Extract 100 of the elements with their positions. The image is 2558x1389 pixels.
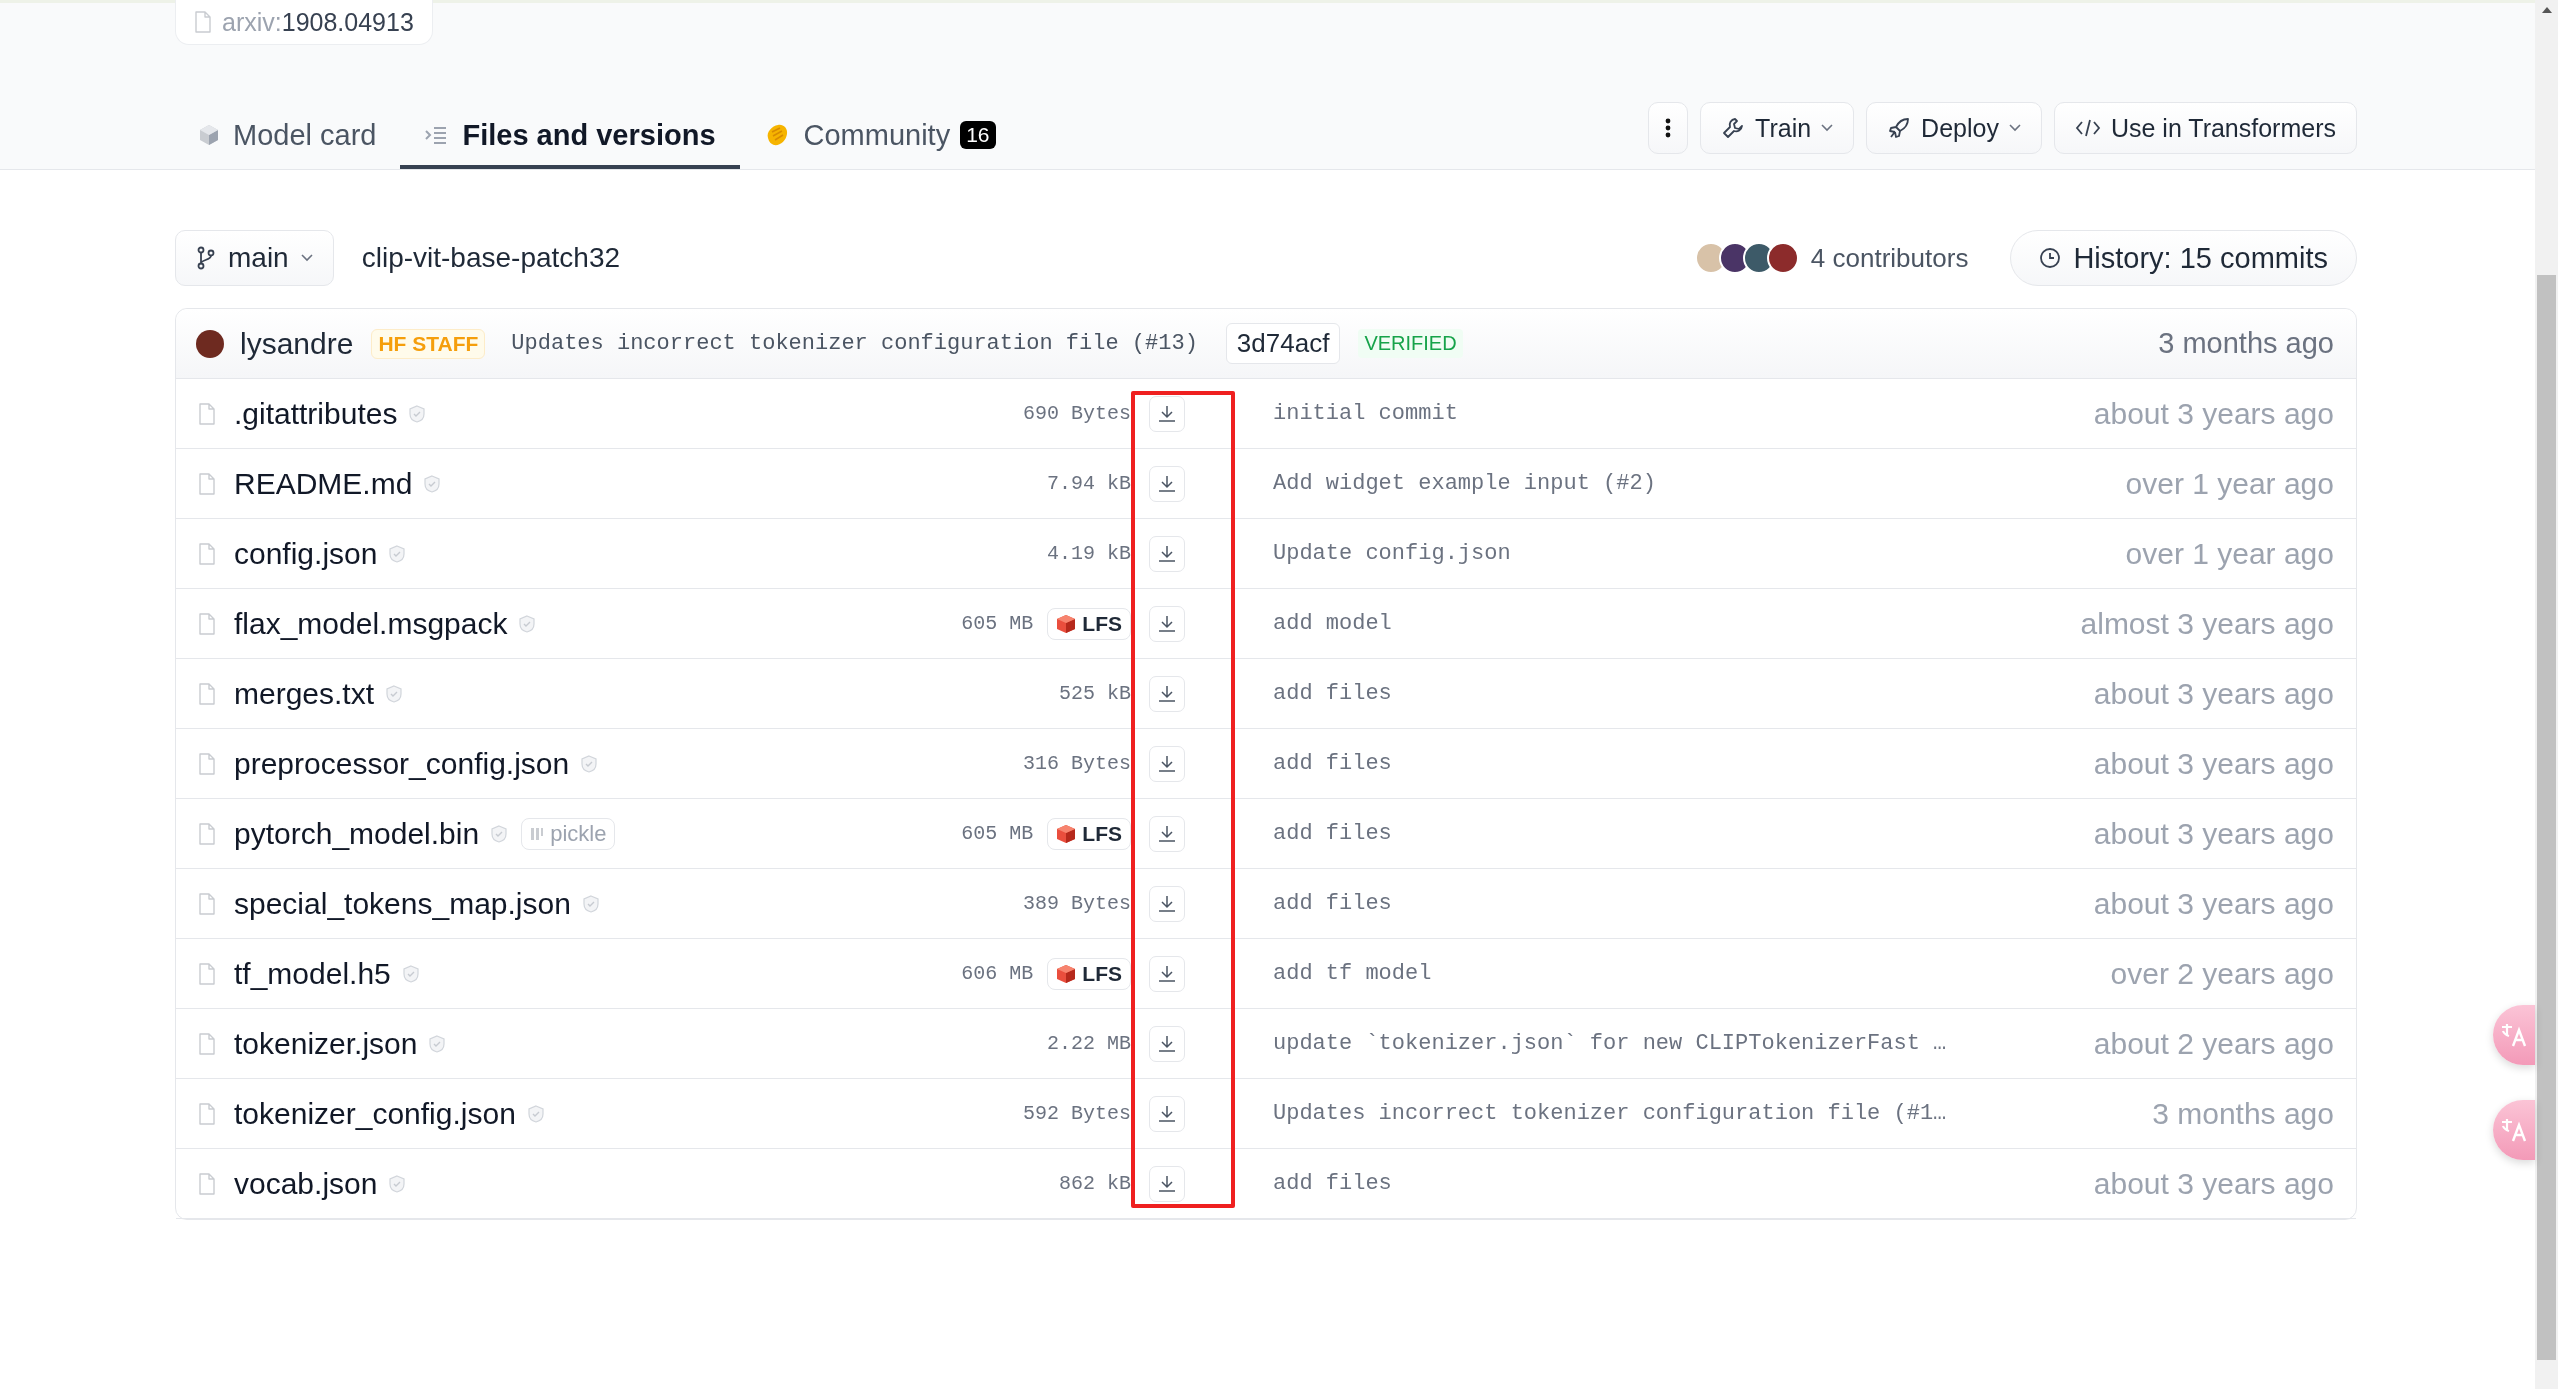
commit-message[interactable]: add files: [1273, 681, 1392, 706]
translate-button[interactable]: [2493, 1005, 2535, 1065]
verified-badge: VERIFIED: [1358, 329, 1463, 358]
file-name[interactable]: preprocessor_config.json: [234, 746, 570, 781]
commit-message[interactable]: update `tokenizer.json` for new CLIPTokenizerFast …: [1273, 1031, 1947, 1056]
download-button[interactable]: [1149, 675, 1185, 712]
clock-icon: [2039, 247, 2062, 269]
file-size: 690 Bytes: [1022, 402, 1131, 425]
file-icon: [198, 752, 216, 775]
download-button[interactable]: [1149, 955, 1185, 992]
download-button[interactable]: [1149, 605, 1185, 642]
commit-message[interactable]: add tf model: [1273, 961, 1432, 986]
lfs-badge: LFS: [1047, 607, 1131, 640]
download-button[interactable]: [1149, 885, 1185, 922]
rocket-icon: [1887, 116, 1912, 140]
commit-message[interactable]: Updates incorrect tokenizer configuration file (#13): [511, 331, 1198, 356]
lfs-badge: LFS: [1047, 817, 1131, 850]
translate-icon: [2500, 1022, 2528, 1048]
download-button[interactable]: [1149, 745, 1185, 782]
download-button[interactable]: [1149, 465, 1185, 502]
history-button[interactable]: History: 15 commits: [2010, 230, 2357, 286]
file-name[interactable]: tokenizer.json: [234, 1026, 418, 1061]
lfs-badge: LFS: [1047, 957, 1131, 990]
tab[interactable]: Files and versions: [400, 105, 740, 169]
file-name[interactable]: merges.txt: [234, 676, 375, 711]
file-size: 2.22 MB: [1047, 1032, 1131, 1055]
file-size: 4.19 kB: [1047, 542, 1131, 565]
tab[interactable]: Model card: [175, 105, 401, 169]
file-size: 862 kB: [1059, 1172, 1131, 1195]
tab[interactable]: Community 16: [739, 105, 1020, 169]
wrench-icon: [1721, 116, 1746, 140]
download-icon: [1157, 893, 1177, 914]
commit-time: almost 3 years ago: [2080, 606, 2334, 641]
dropdown-button[interactable]: Train: [1700, 102, 1855, 154]
commit-time: about 3 years ago: [2093, 746, 2334, 781]
file-icon: [198, 682, 216, 705]
commit-message[interactable]: Add widget example input (#2): [1273, 471, 1656, 496]
file-icon: [198, 402, 216, 425]
file-name[interactable]: tf_model.h5: [234, 956, 391, 991]
cube-icon: [1056, 613, 1077, 634]
file-name[interactable]: vocab.json: [234, 1166, 378, 1201]
download-icon: [1157, 543, 1177, 564]
translate-button[interactable]: [2493, 1100, 2535, 1160]
file-icon: [198, 1102, 216, 1125]
commit-message[interactable]: add files: [1273, 751, 1392, 776]
file-icon: [198, 822, 216, 845]
file-size: 592 Bytes: [1022, 1102, 1131, 1125]
commit-message[interactable]: add files: [1273, 1171, 1392, 1196]
paper-link[interactable]: arxiv:1908.04913: [175, 0, 433, 45]
download-button[interactable]: [1149, 815, 1185, 852]
download-icon: [1157, 473, 1177, 494]
shield-icon: [491, 824, 508, 843]
dropdown-button[interactable]: Deploy: [1866, 102, 2042, 154]
commit-message[interactable]: initial commit: [1273, 401, 1458, 426]
shield-icon: [389, 544, 406, 563]
list-icon: [424, 125, 449, 145]
commit-time: about 3 years ago: [2093, 676, 2334, 711]
contributors-link[interactable]: 4 contributors: [1810, 242, 1969, 274]
commit-message[interactable]: Updates incorrect tokenizer configuration file (#1…: [1273, 1101, 1947, 1126]
file-name[interactable]: flax_model.msgpack: [234, 606, 508, 641]
file-icon: [198, 472, 216, 495]
download-button[interactable]: [1149, 1025, 1185, 1062]
code-icon: [2074, 118, 2101, 138]
author-link[interactable]: lysandre: [240, 326, 354, 361]
cube-icon: [1056, 823, 1077, 844]
action-button[interactable]: Use in Transformers: [2053, 102, 2357, 154]
shield-icon: [582, 894, 599, 913]
commit-time: 3 months ago: [2158, 327, 2334, 360]
download-icon: [1157, 1103, 1177, 1124]
shield-icon: [527, 1104, 544, 1123]
chevron-down-icon: [2008, 124, 2021, 132]
scrollbar[interactable]: [2535, 0, 2558, 1389]
commit-time: about 2 years ago: [2093, 1026, 2334, 1061]
download-button[interactable]: [1149, 535, 1185, 572]
download-button[interactable]: [1149, 1165, 1185, 1202]
file-name[interactable]: config.json: [234, 536, 378, 571]
shield-icon: [429, 1034, 446, 1053]
commit-time: about 3 years ago: [2093, 396, 2334, 431]
download-button[interactable]: [1149, 395, 1185, 432]
more-button[interactable]: [1648, 102, 1689, 154]
download-icon: [1157, 1033, 1177, 1054]
more-icon: [1665, 117, 1672, 139]
commit-message[interactable]: add files: [1273, 891, 1392, 916]
file-name[interactable]: README.md: [234, 466, 413, 501]
file-name[interactable]: tokenizer_config.json: [234, 1096, 516, 1131]
download-button[interactable]: [1149, 1095, 1185, 1132]
repo-name: clip-vit-base-patch32: [361, 242, 621, 274]
download-icon: [1157, 683, 1177, 704]
commit-message[interactable]: Update config.json: [1273, 541, 1511, 566]
bars-icon: [530, 825, 545, 842]
commit-message[interactable]: add files: [1273, 821, 1392, 846]
commit-hash[interactable]: 3d74acf: [1225, 323, 1341, 364]
shield-icon: [519, 614, 536, 633]
file-name[interactable]: pytorch_model.bin: [234, 816, 480, 851]
file-name[interactable]: special_tokens_map.json: [234, 886, 571, 921]
file-icon: [198, 892, 216, 915]
file-name[interactable]: .gitattributes: [234, 396, 398, 431]
staff-badge: HF STAFF: [371, 328, 486, 359]
branch-dropdown[interactable]: main: [175, 230, 334, 286]
commit-message[interactable]: add model: [1273, 611, 1392, 636]
